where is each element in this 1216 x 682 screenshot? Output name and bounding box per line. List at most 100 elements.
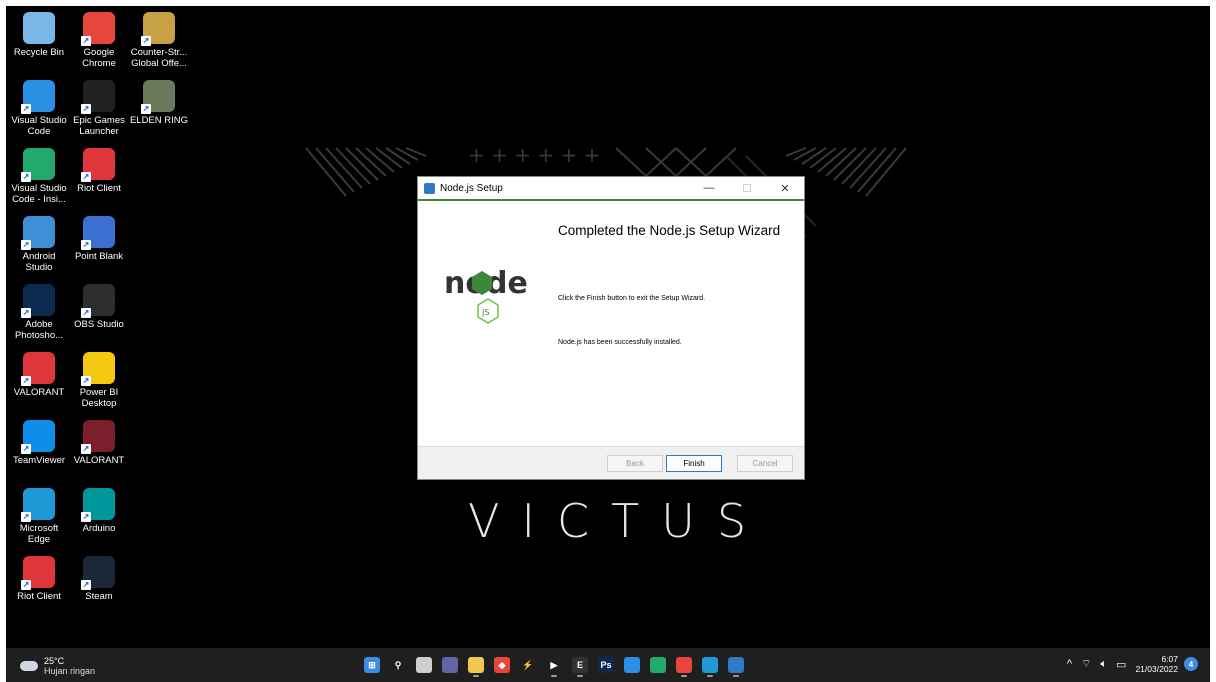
edge-icon: ↗	[21, 488, 55, 522]
chrome-icon	[676, 657, 692, 673]
taskbar-start[interactable]: ⊞	[359, 652, 385, 678]
taskbar-nodejs-setup[interactable]	[723, 652, 749, 678]
shortcut-arrow-icon: ↗	[81, 104, 91, 114]
vscode-insiders-icon: ↗	[21, 148, 55, 182]
obs-icon: ↗	[81, 284, 115, 318]
taskbar-task-view[interactable]	[411, 652, 437, 678]
desktop-icon-point-blank[interactable]: ↗ Point Blank	[68, 216, 130, 262]
desktop-icon-obs[interactable]: ↗ OBS Studio	[68, 284, 130, 330]
desktop-icon-arduino[interactable]: ↗ Arduino	[68, 488, 130, 534]
desktop-icon-teamviewer[interactable]: ↗ TeamViewer	[8, 420, 70, 466]
svg-text:+ + + + + +: + + + + + +	[468, 143, 600, 167]
desktop-icon-edge[interactable]: ↗ Microsoft Edge	[8, 488, 70, 545]
close-button[interactable]: ✕	[766, 177, 804, 199]
folder-icon	[468, 657, 484, 673]
taskbar-media-player[interactable]: ▶	[541, 652, 567, 678]
shortcut-arrow-icon: ↗	[141, 36, 151, 46]
taskbar-chat[interactable]	[437, 652, 463, 678]
cancel-button[interactable]: Cancel	[737, 455, 793, 472]
valorant-icon: ↗	[81, 420, 115, 454]
desktop-icon-valorant-riot[interactable]: ↗ VALORANT	[8, 352, 70, 398]
taskbar-search[interactable]: ⚲	[385, 652, 411, 678]
shortcut-arrow-icon: ↗	[21, 512, 31, 522]
wizard-heading: Completed the Node.js Setup Wizard	[558, 223, 781, 238]
play-icon: ▶	[550, 659, 558, 670]
desktop-icon-elden-ring[interactable]: ↗ ELDEN RING	[128, 80, 190, 126]
clock-time: 6:07	[1161, 654, 1178, 664]
finish-button[interactable]: Finish	[666, 455, 722, 472]
desktop-icon-csgo[interactable]: ↗ Counter-Str... Global Offe...	[128, 12, 190, 69]
desktop-icon-label: ELDEN RING	[129, 115, 189, 126]
taskbar-git-app[interactable]: ◆	[489, 652, 515, 678]
taskbar-lightning-app[interactable]: ⚡	[515, 652, 541, 678]
desktop-icon-label: Android Studio	[22, 251, 56, 273]
running-indicator	[733, 675, 739, 677]
nodejs-logo: node JS	[444, 266, 528, 324]
notification-badge[interactable]: 4	[1184, 657, 1198, 671]
chrome-icon: ↗	[81, 12, 115, 46]
taskbar-vscode[interactable]	[619, 652, 645, 678]
desktop-icon-riot-client[interactable]: ↗ Riot Client	[8, 556, 70, 602]
desktop-icon-photoshop[interactable]: ↗ Adobe Photosho...	[8, 284, 70, 341]
minimize-button[interactable]: —	[690, 177, 728, 199]
desktop-icon-vscode-insiders[interactable]: ↗ Visual Studio Code - Insi...	[8, 148, 70, 205]
weather-description: Hujan ringan	[44, 666, 96, 676]
teamviewer-icon: ↗	[21, 420, 55, 454]
desktop-icon-label: Arduino	[82, 523, 116, 534]
shortcut-arrow-icon: ↗	[81, 580, 91, 590]
vscode-icon	[624, 657, 640, 673]
shortcut-arrow-icon: ↗	[81, 36, 91, 46]
arduino-icon: ↗	[81, 488, 115, 522]
power-bi-icon: ↗	[81, 352, 115, 386]
desktop-icon-riot-client[interactable]: ↗ Riot Client	[68, 148, 130, 194]
wifi-icon[interactable]: ⌔	[1081, 657, 1091, 671]
taskbar-vscode-insiders[interactable]	[645, 652, 671, 678]
taskbar-epic-games[interactable]: E	[567, 652, 593, 678]
cloud-rain-icon	[20, 661, 38, 671]
finish-instructions: Click the Finish button to exit the Setu…	[558, 295, 706, 302]
desktop-icon-label: Recycle Bin	[13, 47, 65, 58]
weather-widget[interactable]: 25°C Hujan ringan	[20, 656, 95, 676]
desktop-icon-label: Microsoft Edge	[19, 523, 59, 545]
desktop-icon-vscode[interactable]: ↗ Visual Studio Code	[8, 80, 70, 137]
installer-icon	[728, 657, 744, 673]
desktop-icon-chrome[interactable]: ↗ Google Chrome	[68, 12, 130, 69]
battery-icon[interactable]: ▭	[1116, 658, 1126, 671]
back-button[interactable]: Back	[607, 455, 663, 472]
photoshop-icon: ↗	[21, 284, 55, 318]
volume-icon[interactable]: 🔈︎	[1100, 658, 1107, 671]
dialog-titlebar[interactable]: Node.js Setup — ☐ ✕	[418, 177, 804, 201]
taskbar-photoshop[interactable]: Ps	[593, 652, 619, 678]
desktop-icon-label: Epic Games Launcher	[73, 115, 125, 137]
desktop-icon-android-studio[interactable]: ↗ Android Studio	[8, 216, 70, 273]
desktop-icon-label: Riot Client	[77, 183, 121, 194]
taskbar-chrome[interactable]	[671, 652, 697, 678]
desktop-icon-label: Visual Studio Code - Insi...	[11, 183, 67, 205]
desktop-icon-recycle-bin[interactable]: Recycle Bin	[8, 12, 70, 58]
desktop-icon-valorant[interactable]: ↗ VALORANT	[68, 420, 130, 466]
vscode-icon: ↗	[21, 80, 55, 114]
edge-icon	[702, 657, 718, 673]
desktop-icon-label: OBS Studio	[74, 319, 124, 330]
epic-games-icon: E	[572, 657, 588, 673]
recycle-bin-icon	[23, 12, 55, 44]
shortcut-arrow-icon: ↗	[81, 172, 91, 182]
taskbar-file-explorer[interactable]	[463, 652, 489, 678]
running-indicator	[551, 675, 557, 677]
taskbar-edge[interactable]	[697, 652, 723, 678]
desktop-icon-power-bi[interactable]: ↗ Power BI Desktop	[68, 352, 130, 409]
shortcut-arrow-icon: ↗	[21, 444, 31, 454]
chat-icon	[442, 657, 458, 673]
android-studio-icon: ↗	[21, 216, 55, 250]
shortcut-arrow-icon: ↗	[21, 308, 31, 318]
riot-client-icon: ↗	[81, 148, 115, 182]
desktop-icon-label: VALORANT	[73, 455, 125, 466]
chevron-up-icon[interactable]: ^	[1067, 658, 1072, 670]
shortcut-arrow-icon: ↗	[21, 376, 31, 386]
photoshop-icon: Ps	[598, 657, 614, 673]
desktop-icon-steam[interactable]: ↗ Steam	[68, 556, 130, 602]
clock[interactable]: 6:07 21/03/2022	[1135, 654, 1178, 674]
vscode-insiders-icon	[650, 657, 666, 673]
desktop-icon-epic-games[interactable]: ↗ Epic Games Launcher	[68, 80, 130, 137]
maximize-button[interactable]: ☐	[728, 177, 766, 199]
